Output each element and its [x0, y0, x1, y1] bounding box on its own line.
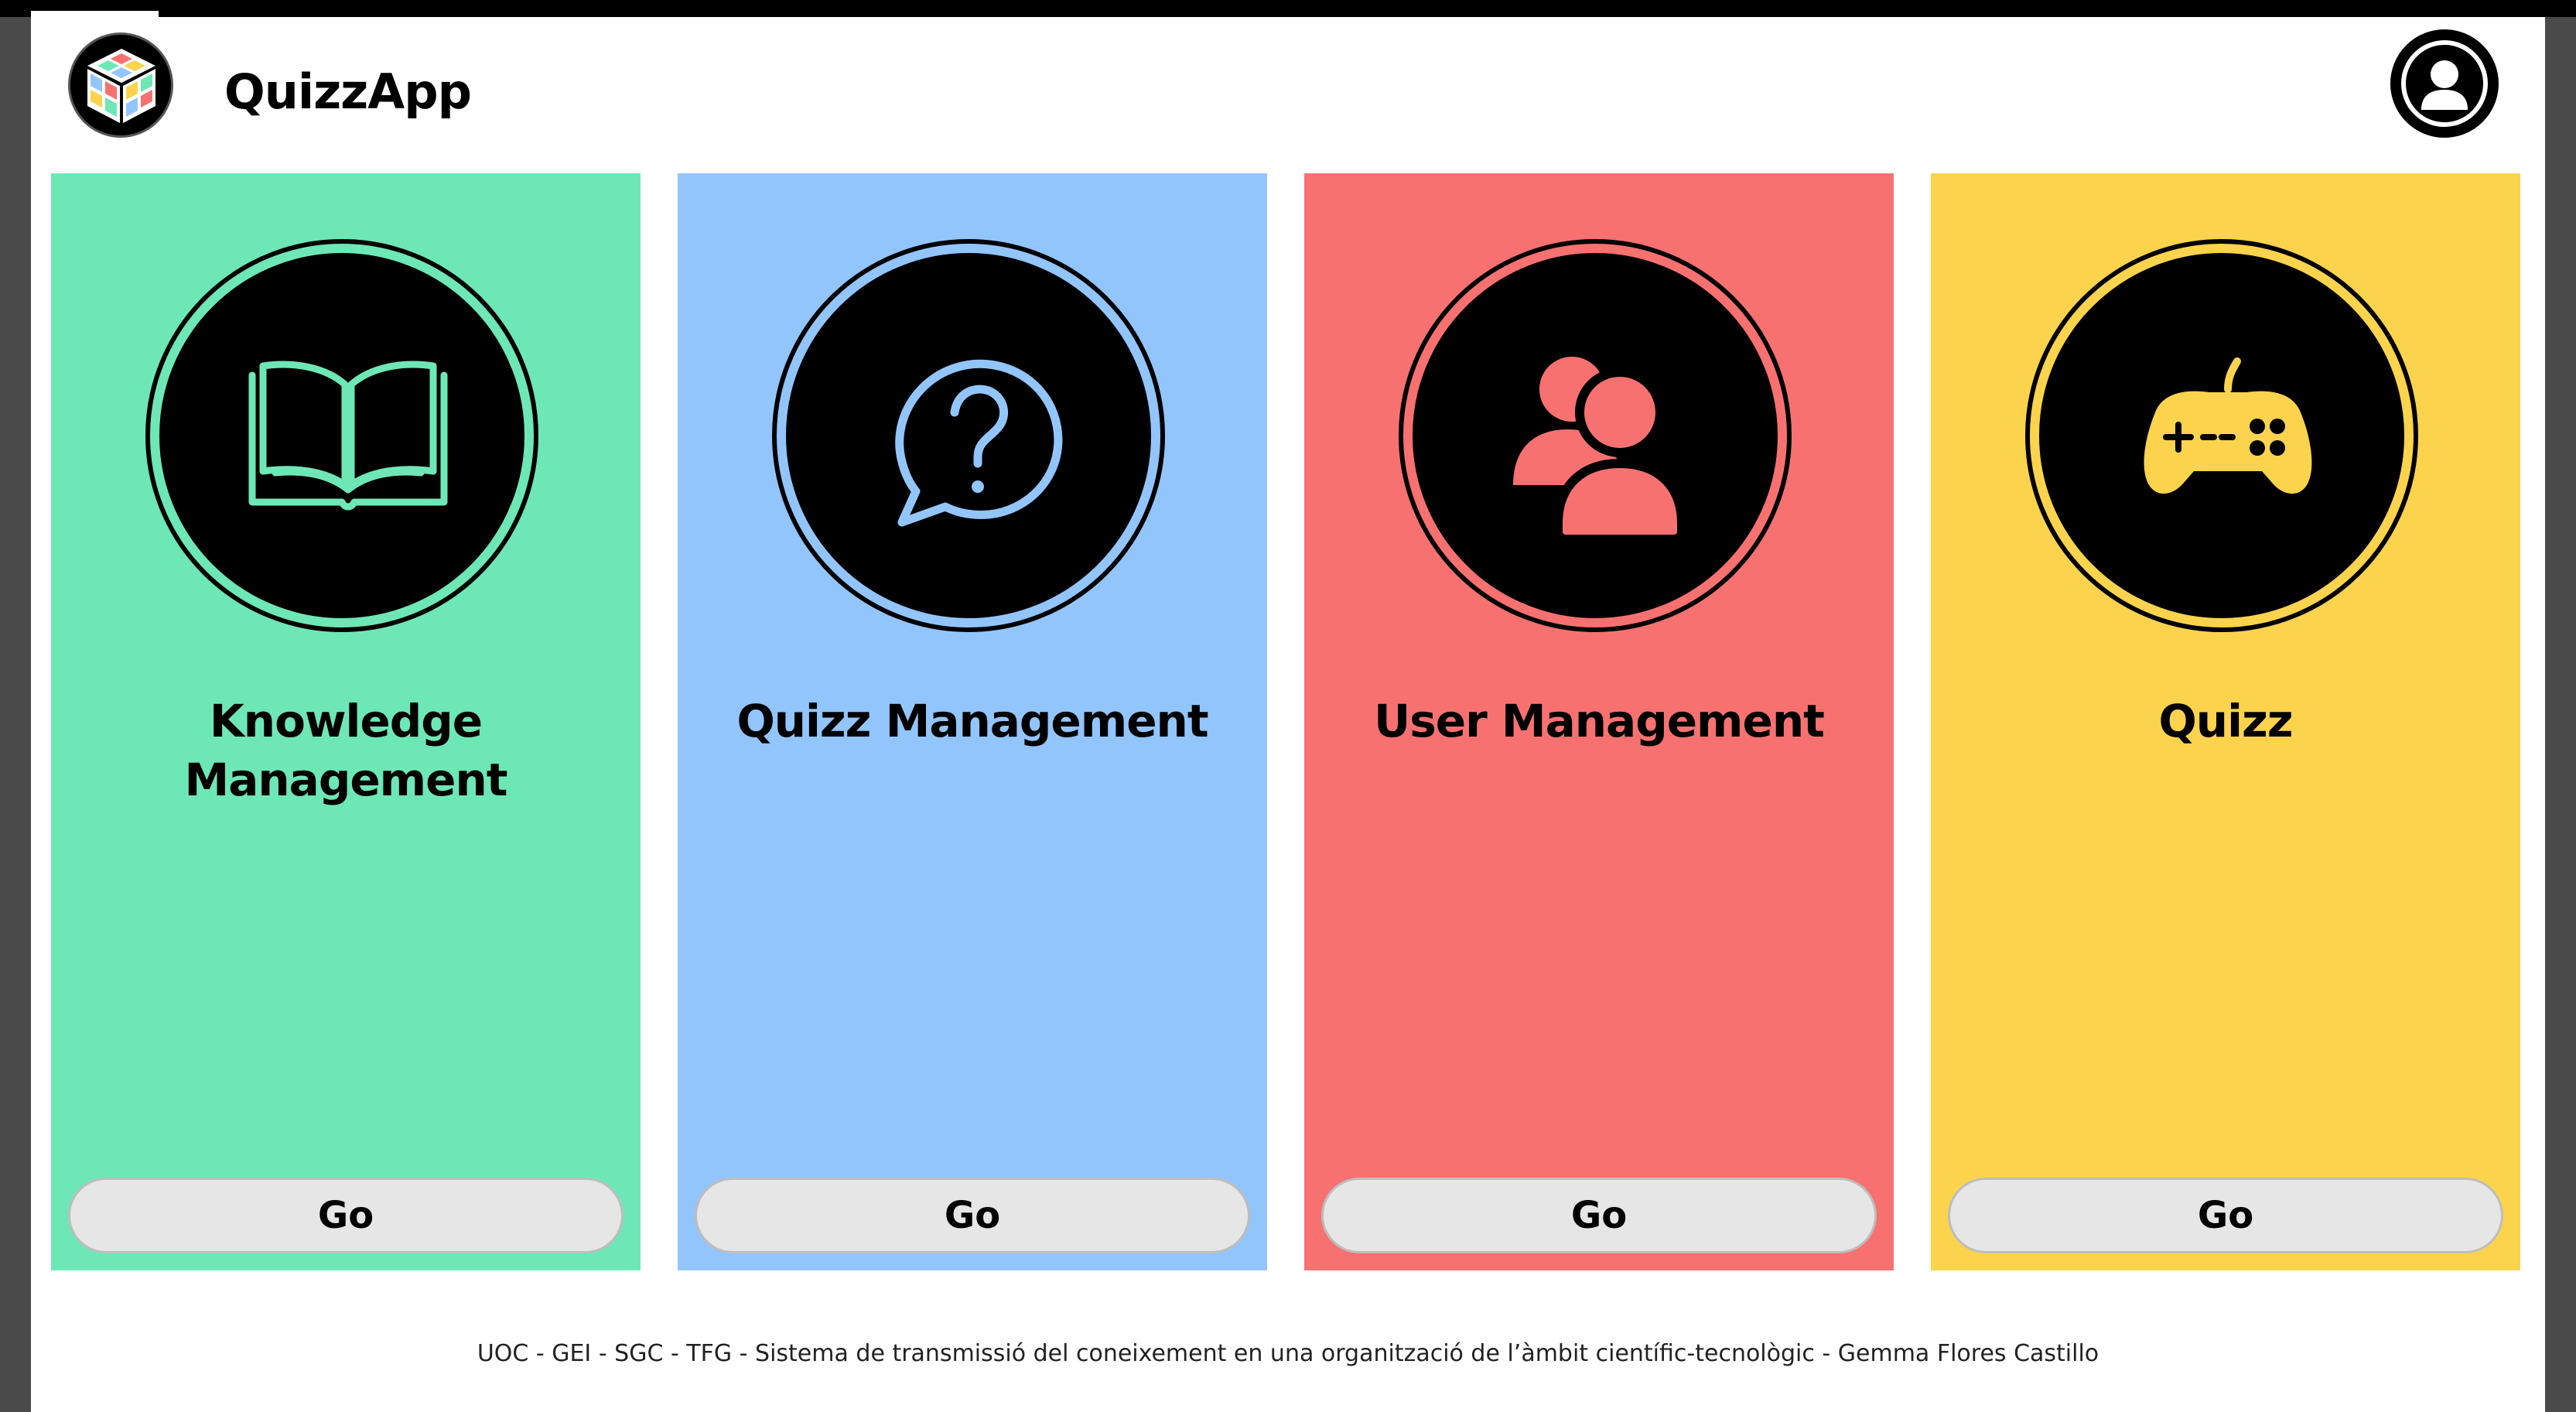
gamepad-icon	[2144, 357, 2312, 494]
card-title-line: Knowledge	[209, 695, 483, 747]
card-user-management: User Management Go	[1304, 173, 1894, 1270]
go-button[interactable]: Go	[695, 1178, 1250, 1253]
card-icon-circle	[2025, 239, 2418, 632]
window-edge	[2545, 17, 2576, 1412]
go-button[interactable]: Go	[1321, 1178, 1877, 1253]
card-knowledge-management: Knowledge Management Go	[51, 173, 641, 1270]
users-icon	[1513, 357, 1686, 544]
card-icon-circle	[1399, 239, 1792, 632]
card-icon-circle	[772, 239, 1165, 632]
open-book-icon	[248, 361, 448, 511]
browser-topbar	[0, 0, 2576, 17]
rubiks-cube-icon[interactable]	[68, 32, 173, 138]
card-title-line: Management	[184, 754, 508, 806]
app-title: QuizzApp	[224, 63, 472, 120]
go-button[interactable]: Go	[1948, 1178, 2503, 1253]
card-title-line: Quizz Management	[736, 695, 1208, 747]
go-button[interactable]: Go	[68, 1178, 624, 1253]
card-title: Knowledge Management	[51, 692, 641, 809]
card-title-line: User Management	[1374, 695, 1825, 747]
app-header: QuizzApp	[31, 17, 2545, 172]
user-account-button[interactable]	[2390, 29, 2499, 138]
question-bubble-icon	[895, 359, 1063, 527]
user-account-icon	[2401, 40, 2488, 127]
card-quizz-management: Quizz Management Go	[678, 173, 1267, 1270]
footer-text: UOC - GEI - SGC - TFG - Sistema de trans…	[477, 1340, 2099, 1367]
app-page: QuizzApp Knowledge Management Go Quizz M…	[31, 17, 2545, 1412]
card-title: User Management	[1304, 692, 1894, 750]
card-quizz: Quizz Go	[1931, 173, 2520, 1270]
card-title: Quizz	[1931, 692, 2520, 750]
card-icon-circle	[145, 239, 538, 632]
card-title-line: Quizz	[2158, 695, 2294, 747]
card-title: Quizz Management	[678, 692, 1267, 750]
browser-tab-indicator	[31, 11, 159, 17]
